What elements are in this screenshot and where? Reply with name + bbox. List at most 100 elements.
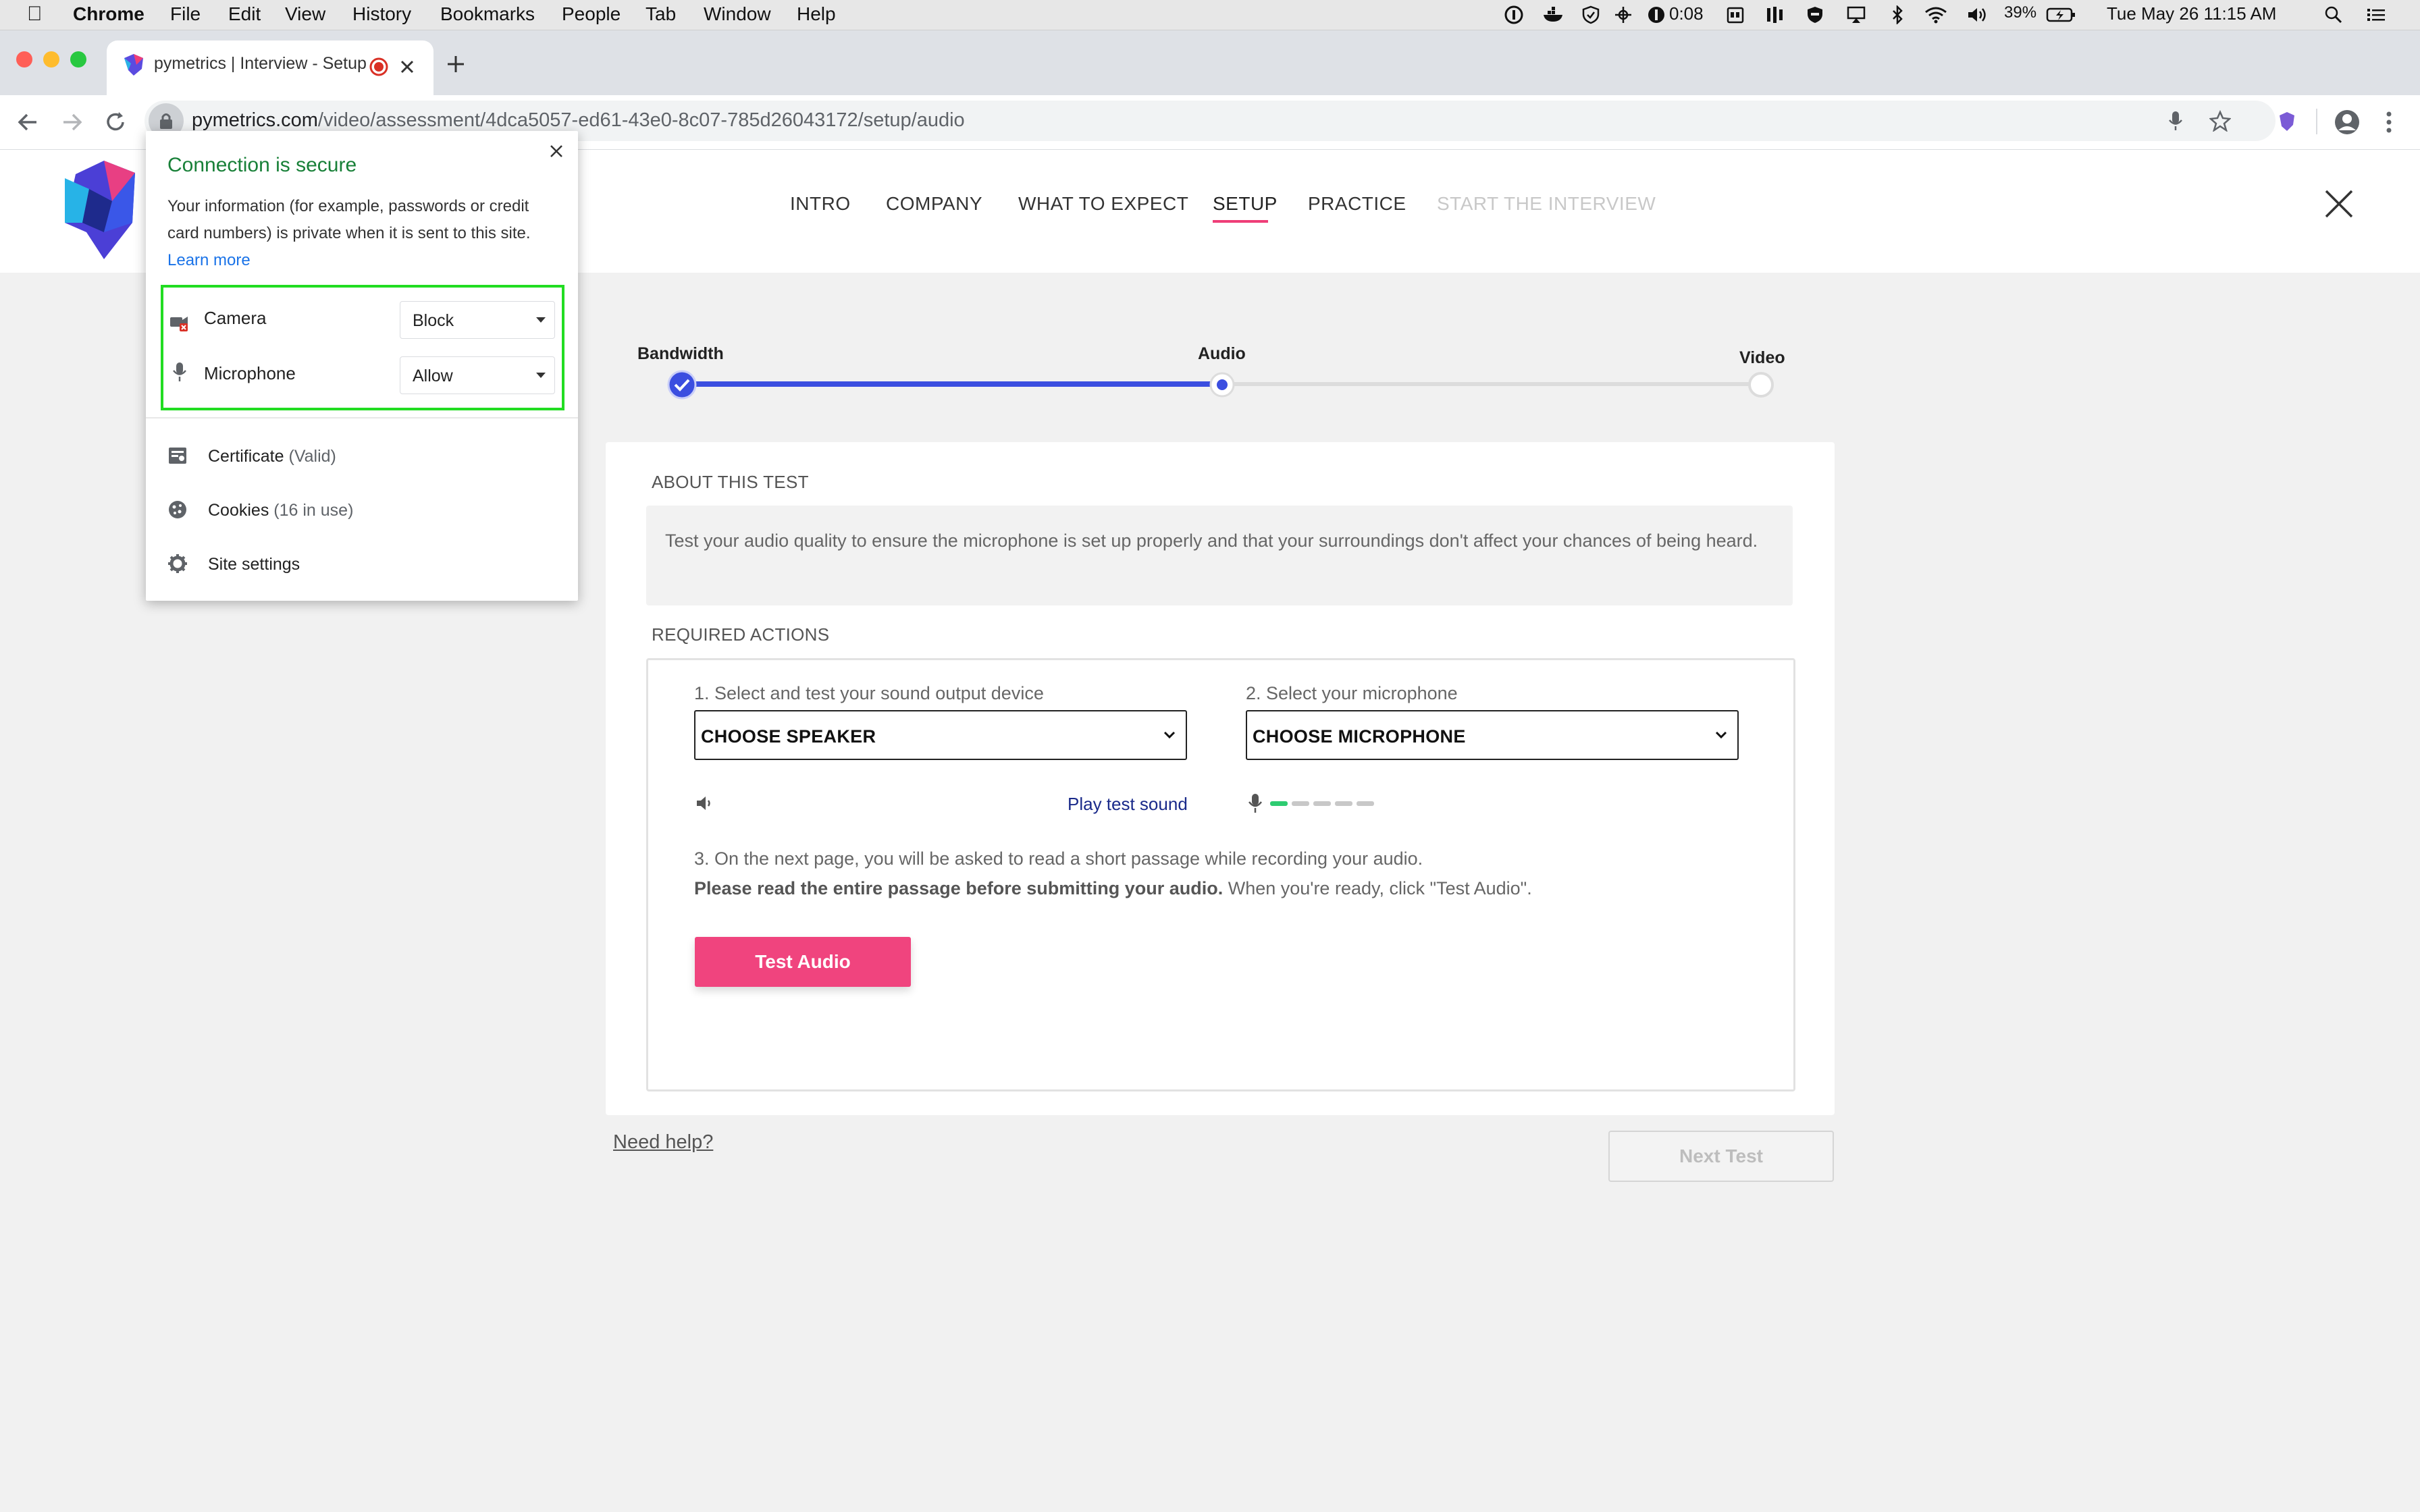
move-icon[interactable] (1614, 5, 1633, 24)
spotlight-search-icon[interactable] (2324, 5, 2343, 24)
menu-tab[interactable]: Tab (646, 3, 676, 25)
browser-tabstrip: pymetrics | Interview - Setup (0, 30, 2420, 95)
chrome-menu-icon[interactable] (2385, 110, 2393, 134)
step3-tail-text: When you're ready, click "Test Audio". (1223, 878, 1532, 898)
wifi-icon[interactable] (1924, 5, 1947, 24)
close-icon[interactable] (2324, 189, 2354, 219)
volume-icon[interactable] (1966, 5, 1989, 24)
certificate-label: Certificate (208, 447, 284, 466)
extension-icon[interactable] (2276, 110, 2298, 133)
microphone-select[interactable]: CHOOSE MICROPHONE (1246, 710, 1739, 760)
tab-title: pymetrics | Interview - Setup (154, 54, 367, 73)
required-actions-box: 1. Select and test your sound output dev… (646, 658, 1795, 1091)
clock-datetime[interactable]: Tue May 26 11:15 AM (2107, 3, 2276, 24)
nav-what-to-expect[interactable]: WHAT TO EXPECT (1018, 193, 1188, 215)
site-settings-row[interactable]: Site settings (146, 541, 578, 586)
reload-icon[interactable] (104, 111, 127, 134)
apple-menu-icon[interactable]:  (27, 3, 43, 26)
popup-description: Your information (for example, passwords… (167, 193, 559, 274)
speaker-select[interactable]: CHOOSE SPEAKER (694, 710, 1187, 760)
popup-close-icon[interactable] (548, 143, 564, 159)
menu-window[interactable]: Window (704, 3, 771, 25)
new-tab-icon[interactable] (446, 54, 466, 74)
microphone-permission-icon (173, 362, 186, 382)
microphone-perm-label: Microphone (204, 363, 296, 383)
learn-more-link[interactable]: Learn more (167, 251, 251, 269)
chevron-down-icon (1714, 730, 1728, 740)
battery-icon[interactable] (2046, 7, 2076, 23)
step-pending-circle-icon (1747, 371, 1774, 398)
shield-check-icon[interactable] (1581, 5, 1600, 24)
tab-close-icon[interactable] (398, 58, 416, 76)
onepassword-icon[interactable] (1504, 5, 1523, 24)
required-actions-heading: REQUIRED ACTIONS (652, 624, 830, 645)
url-text: pymetrics.com/video/assessment/4dca5057-… (192, 109, 965, 132)
cookie-icon (167, 500, 188, 520)
menu-view[interactable]: View (285, 3, 325, 25)
need-help-link[interactable]: Need help? (613, 1131, 713, 1154)
gear-icon (167, 554, 188, 574)
nav-company[interactable]: COMPANY (886, 193, 982, 215)
profile-avatar-icon[interactable] (2334, 109, 2361, 136)
nav-intro[interactable]: INTRO (790, 193, 851, 215)
nav-start-interview: START THE INTERVIEW (1437, 193, 1656, 214)
speaker-label: 1. Select and test your sound output dev… (694, 683, 1044, 703)
menu-edit[interactable]: Edit (228, 3, 261, 25)
window-close-button[interactable] (16, 51, 32, 68)
site-settings-label: Site settings (208, 555, 300, 574)
window-zoom-button[interactable] (70, 51, 86, 68)
pymetrics-logo[interactable] (62, 158, 150, 259)
url-host: pymetrics.com (192, 109, 318, 131)
menu-help[interactable]: Help (797, 3, 836, 25)
control-center-icon[interactable] (2366, 5, 2386, 24)
nav-active-underline (1213, 220, 1268, 223)
play-test-sound-link[interactable]: Play test sound (1068, 794, 1188, 815)
step-complete-check-icon (667, 370, 697, 400)
popup-title: Connection is secure (167, 154, 357, 176)
speaker-select-value: CHOOSE SPEAKER (701, 726, 876, 747)
menu-history[interactable]: History (352, 3, 411, 25)
mic-level-segment (1270, 801, 1288, 806)
bookmark-star-icon[interactable] (2209, 110, 2231, 132)
timer-app-icon[interactable] (1646, 5, 1666, 24)
audio-test-card: ABOUT THIS TEST Test your audio quality … (606, 442, 1835, 1115)
about-text: Test your audio quality to ensure the mi… (665, 531, 1758, 551)
macos-menubar:  Chrome File Edit View History Bookmark… (0, 0, 2420, 30)
step-current-dot-icon (1209, 371, 1236, 398)
microphone-permission-select[interactable]: Allow (400, 356, 555, 394)
popup-description-text: Your information (for example, passwords… (167, 197, 531, 242)
calendar-icon[interactable] (1726, 5, 1745, 24)
back-arrow-icon[interactable] (16, 111, 39, 133)
timer-readout: 0:08 (1669, 3, 1704, 24)
bluetooth-icon[interactable] (1891, 5, 1904, 24)
microphone-select-value: CHOOSE MICROPHONE (1253, 726, 1466, 747)
window-minimize-button[interactable] (43, 51, 59, 68)
cookies-row[interactable]: Cookies (16 in use) (146, 487, 578, 532)
forward-arrow-icon[interactable] (61, 111, 84, 133)
camera-permission-value: Block (413, 311, 454, 330)
url-path: /video/assessment/4dca5057-ed61-43e0-8c0… (317, 109, 965, 131)
nav-practice[interactable]: PRACTICE (1308, 193, 1406, 215)
step-label-audio: Audio (1198, 344, 1246, 363)
test-audio-button[interactable]: Test Audio (695, 937, 911, 987)
browser-tab-active[interactable]: pymetrics | Interview - Setup (107, 40, 433, 95)
mic-in-use-icon[interactable] (2167, 110, 2184, 132)
battery-percent: 39% (2004, 3, 2037, 22)
menu-app-name[interactable]: Chrome (73, 3, 144, 25)
microphone-icon (1248, 792, 1263, 814)
docker-icon[interactable] (1542, 5, 1565, 24)
camera-permission-select[interactable]: Block (400, 301, 555, 339)
nav-setup[interactable]: SETUP (1213, 193, 1278, 215)
cookies-label-group: Cookies (16 in use) (208, 501, 353, 520)
mic-level-segment (1335, 801, 1352, 806)
permissions-highlight-box: Camera Block Microphone Allow (161, 285, 564, 410)
menu-file[interactable]: File (170, 3, 201, 25)
vpn-shield-icon[interactable] (1806, 5, 1824, 24)
audio-levels-icon[interactable] (1765, 5, 1785, 24)
certificate-row[interactable]: Certificate (Valid) (146, 433, 578, 478)
airplay-icon[interactable] (1846, 5, 1866, 24)
speaker-icon (695, 795, 714, 811)
menu-people[interactable]: People (562, 3, 621, 25)
menu-bookmarks[interactable]: Bookmarks (440, 3, 535, 25)
cookies-status: (16 in use) (273, 501, 354, 520)
